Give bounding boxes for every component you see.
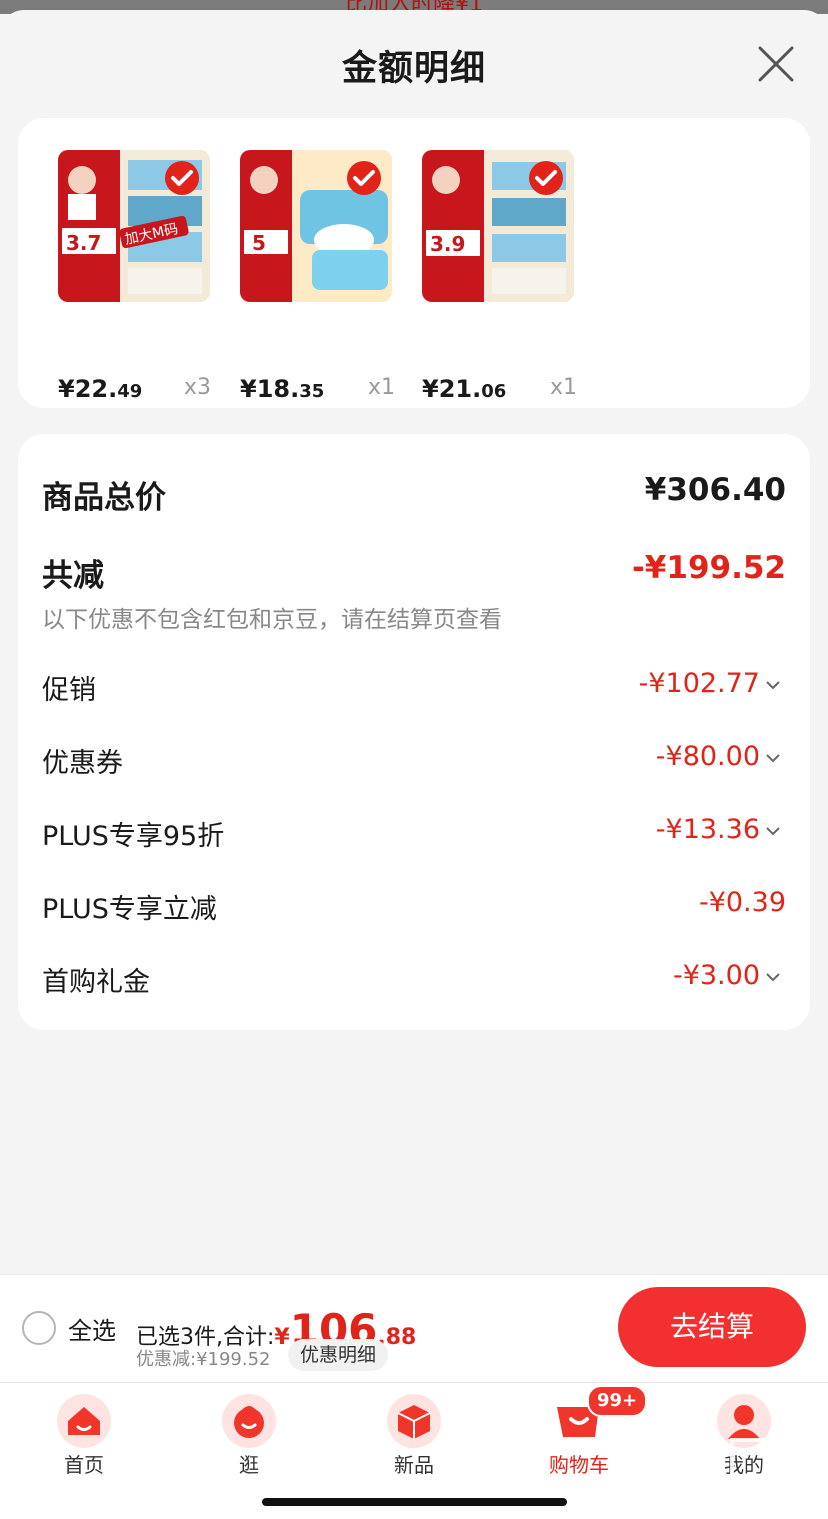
home-icon: [57, 1394, 111, 1448]
new-products-icon: [387, 1394, 441, 1448]
price-summary-card: 商品总价 ¥306.40 共减 -¥199.52 以下优惠不包含红包和京豆，请在…: [18, 434, 810, 1030]
svg-text:3.9: 3.9: [430, 232, 465, 256]
chevron-down-icon: [766, 972, 780, 981]
discount-detail-button[interactable]: 优惠明细: [288, 1339, 389, 1371]
tab-browse[interactable]: 逛: [189, 1383, 309, 1483]
tab-label: 购物车: [549, 1453, 609, 1477]
tab-label: 首页: [64, 1453, 104, 1477]
total-price-label: 商品总价: [42, 480, 166, 516]
select-all-radio[interactable]: [22, 1311, 56, 1345]
checkout-bar: 全选 已选3件,合计:¥106.88 优惠减:¥199.52 优惠明细 去结算: [0, 1274, 828, 1383]
discount-label: PLUS专享立减: [42, 894, 217, 925]
discount-value: -¥0.39: [698, 887, 786, 918]
tab-label: 新品: [394, 1453, 434, 1477]
discount-label: PLUS专享95折: [42, 821, 225, 852]
discount-note: 以下优惠不包含红包和京豆，请在结算页查看: [42, 607, 502, 633]
product-price: ¥21.06: [422, 375, 507, 403]
home-indicator: [262, 1498, 567, 1506]
product-list-card: 3.7 加大M码 ¥22.49 x3 5 ¥18.35 x1 3.9 ¥21.0…: [18, 118, 810, 408]
svg-text:5: 5: [252, 231, 266, 255]
svg-text:3.7: 3.7: [66, 231, 101, 255]
discount-summary: 优惠减:¥199.52: [136, 1349, 271, 1370]
total-price-value: ¥306.40: [644, 472, 786, 508]
discount-value: -¥13.36: [656, 814, 780, 845]
tab-new-products[interactable]: 新品: [354, 1383, 474, 1483]
svg-text:zhizhizhi.com: zhizhizhi.com: [682, 1492, 804, 1513]
total-reduction-label: 共减: [42, 558, 104, 594]
tab-home[interactable]: 首页: [24, 1383, 144, 1483]
product-thumbnail: 3.9: [422, 150, 574, 302]
product-quantity: x1: [368, 375, 396, 400]
checkout-button[interactable]: 去结算: [618, 1287, 806, 1367]
watermark-logo: zhizhizhi.com: [682, 1438, 818, 1513]
browse-icon: [222, 1394, 276, 1448]
select-all-label[interactable]: 全选: [68, 1311, 116, 1346]
close-icon[interactable]: [756, 44, 796, 84]
discount-value: -¥80.00: [656, 741, 780, 772]
tab-cart[interactable]: 99+ 购物车: [519, 1383, 648, 1483]
product-quantity: x1: [550, 375, 578, 400]
product-thumbnail: 3.7 加大M码: [58, 150, 210, 302]
discount-value: -¥3.00: [673, 960, 780, 991]
chevron-down-icon: [766, 680, 780, 689]
product-quantity: x3: [184, 375, 212, 400]
discount-label: 优惠券: [42, 748, 123, 779]
discount-label: 首购礼金: [42, 967, 150, 998]
product-price: ¥18.35: [240, 375, 325, 403]
product-thumbnail: 5: [240, 150, 392, 302]
chevron-down-icon: [766, 826, 780, 835]
total-reduction-value: -¥199.52: [631, 550, 786, 586]
sheet-title: 金额明细: [341, 49, 486, 89]
discount-value: -¥102.77: [639, 668, 780, 699]
discount-label: 促销: [42, 675, 96, 706]
product-price: ¥22.49: [58, 375, 143, 403]
tab-label: 逛: [239, 1453, 259, 1477]
cart-badge: 99+: [587, 1385, 648, 1417]
chevron-down-icon: [766, 753, 780, 762]
